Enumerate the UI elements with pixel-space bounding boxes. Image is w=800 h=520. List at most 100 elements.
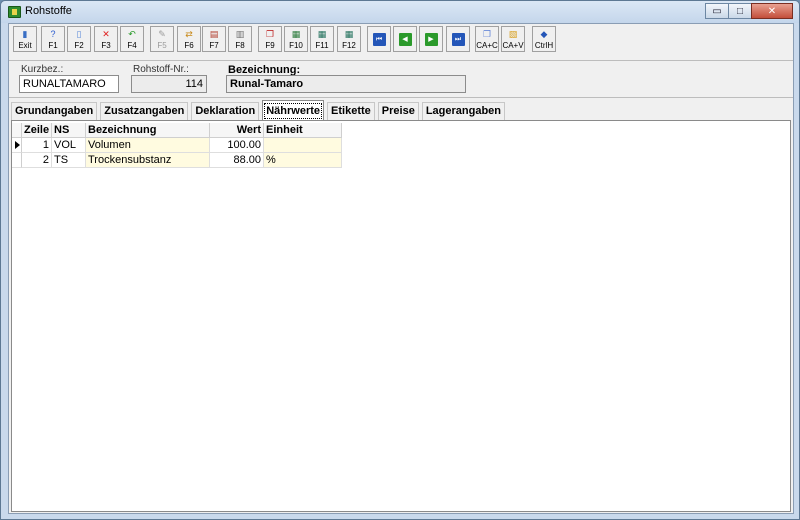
kurzbez-label: Kurzbez.: (21, 64, 64, 75)
current-row-arrow-icon (15, 141, 20, 149)
toolbar-button-label: Exit (18, 41, 32, 50)
copy-icon: ❐ (482, 29, 492, 39)
toolbar-button-label: F10 (289, 41, 303, 50)
row-indicator (12, 153, 22, 168)
edit-pencil-icon: ✎ (158, 29, 166, 39)
cell-ns[interactable]: TS (52, 153, 86, 168)
maximize-button[interactable]: □ (728, 3, 752, 19)
toolbar-button-label: F5 (157, 41, 167, 50)
toolbar-button-label: F8 (235, 41, 245, 50)
toolbar-button-label: F2 (74, 41, 84, 50)
first-record-icon: ⏮ (372, 33, 386, 46)
row-indicator-header (12, 123, 22, 138)
column-header-wert[interactable]: Wert (210, 123, 264, 138)
toolbar-button-label: F3 (101, 41, 111, 50)
cell-einheit[interactable]: % (264, 153, 342, 168)
cell-ns[interactable]: VOL (52, 138, 86, 153)
application-window: Rohstoffe ▭ □ ✕ ▮ Exit? F1 ▯ F2 ✕ F3 ↶ F4 ✎ F5 ⇄ F6 ▤… (0, 0, 800, 520)
window-title: Rohstoffe (25, 5, 72, 17)
toolbar-button-prev[interactable]: ◀ (393, 26, 417, 52)
app-icon[interactable] (8, 6, 21, 18)
toolbar-button-cav[interactable]: ▧ CA+V (501, 26, 525, 52)
toolbar-button-label: CA+V (502, 41, 524, 50)
tab-deklaration[interactable]: Deklaration (191, 102, 260, 120)
toolbar-button-f8[interactable]: ▥ F8 (228, 26, 252, 52)
tab-lagerangaben[interactable]: Lagerangaben (421, 102, 505, 120)
bezeichnung-field[interactable]: Runal-Tamaro (226, 75, 466, 93)
paste-icon: ▧ (508, 29, 518, 39)
help-icon: ? (50, 29, 56, 39)
toolbar-button-f1[interactable]: ? F1 (41, 26, 65, 52)
column-header-einheit[interactable]: Einheit (264, 123, 342, 138)
naehrwerte-grid: Zeile NS Bezeichnung Wert Einheit 1 VOL … (12, 123, 342, 168)
printer-icon: ▥ (235, 29, 245, 39)
cell-wert[interactable]: 100.00 (210, 138, 264, 153)
toolbar-button-f3[interactable]: ✕ F3 (94, 26, 118, 52)
table-row[interactable]: 1 VOL Volumen 100.00 (12, 138, 342, 153)
kurzbez-field[interactable]: RUNALTAMARO (19, 75, 119, 93)
toolbar-button-label: CtrlH (534, 41, 554, 50)
cell-bezeichnung[interactable]: Volumen (86, 138, 210, 153)
tab-label: Preise (381, 105, 415, 117)
tab-etikette[interactable]: Etikette (327, 102, 375, 120)
toolbar-button-f12[interactable]: ▦ F12 (337, 26, 361, 52)
cell-zeile[interactable]: 1 (22, 138, 52, 153)
tab-n-hrwerte[interactable]: Nährwerte (262, 100, 325, 120)
toolbar-button-f2[interactable]: ▯ F2 (67, 26, 91, 52)
cell-bezeichnung[interactable]: Trockensubstanz (86, 153, 210, 168)
toolbar-button-f11[interactable]: ▦ F11 (310, 26, 334, 52)
toolbar-button-label: F1 (48, 41, 58, 50)
toolbar-button-label: F12 (342, 41, 356, 50)
toolbar-button-exit[interactable]: ▮ Exit (13, 26, 37, 52)
table-row[interactable]: 2 TS Trockensubstanz 88.00 % (12, 153, 342, 168)
tab-label: Lagerangaben (425, 105, 501, 117)
tab-label: Etikette (331, 105, 371, 117)
tab-panel-naehrwerte: Zeile NS Bezeichnung Wert Einheit 1 VOL … (11, 120, 791, 512)
toolbar-button-f4[interactable]: ↶ F4 (120, 26, 144, 52)
previous-record-icon: ◀ (398, 33, 412, 46)
row-indicator (12, 138, 22, 153)
tab-grundangaben[interactable]: Grundangaben (11, 102, 98, 120)
table-calc-icon: ▦ (344, 29, 354, 39)
nr-field[interactable]: 114 (131, 75, 207, 93)
toolbar-button-f5[interactable]: ✎ F5 (150, 26, 174, 52)
toolbar-button-label: F7 (209, 41, 219, 50)
client-area: ▮ Exit? F1 ▯ F2 ✕ F3 ↶ F4 ✎ F5 ⇄ F6 ▤ F7 ▥ F8 ❐ F9 ▦ F10 ▦ F11… (8, 23, 794, 514)
last-record-icon: ⏭ (451, 33, 465, 46)
toolbar-button-f6[interactable]: ⇄ F6 (177, 26, 201, 52)
toolbar-button-f10[interactable]: ▦ F10 (284, 26, 308, 52)
toolbar-button-last[interactable]: ⏭ (446, 26, 470, 52)
cell-wert[interactable]: 88.00 (210, 153, 264, 168)
column-header-zeile[interactable]: Zeile (22, 123, 52, 138)
tab-preise[interactable]: Preise (377, 102, 419, 120)
record-header: Kurzbez.: RUNALTAMARO Rohstoff-Nr.: 114 … (9, 60, 793, 98)
delete-x-icon: ✕ (102, 29, 110, 39)
cell-zeile[interactable]: 2 (22, 153, 52, 168)
minimize-button[interactable]: ▭ (705, 3, 729, 19)
toolbar-button-f7[interactable]: ▤ F7 (202, 26, 226, 52)
new-document-icon: ▯ (76, 29, 82, 39)
exit-door-icon: ▮ (22, 29, 28, 39)
cell-einheit[interactable] (264, 138, 342, 153)
nr-label: Rohstoff-Nr.: (133, 64, 189, 75)
toolbar-button-label: CA+C (476, 41, 498, 50)
column-header-ns[interactable]: NS (52, 123, 86, 138)
toolbar-button-cac[interactable]: ❐ CA+C (475, 26, 499, 52)
toolbar-button-next[interactable]: ▶ (419, 26, 443, 52)
toolbar-button-ctrlh[interactable]: ◆ CtrlH (532, 26, 556, 52)
diamond-nav-icon: ◆ (540, 29, 548, 39)
toolbar-button-first[interactable]: ⏮ (367, 26, 391, 52)
title-bar[interactable]: Rohstoffe ▭ □ ✕ (1, 1, 799, 23)
toolbar-button-f9[interactable]: ❐ F9 (258, 26, 282, 52)
close-button[interactable]: ✕ (751, 3, 793, 19)
transfer-icon: ⇄ (185, 29, 193, 39)
column-header-bezeichnung[interactable]: Bezeichnung (86, 123, 210, 138)
tab-zusatzangaben[interactable]: Zusatzangaben (100, 102, 189, 120)
toolbar-button-label: F6 (184, 41, 194, 50)
toolbar-button-label: F4 (127, 41, 137, 50)
tab-strip: Grundangaben Zusatzangaben Deklaration Nähr… (9, 100, 508, 120)
tab-label: Grundangaben (15, 105, 94, 117)
calculator-icon: ▦ (291, 29, 301, 39)
print-preview-icon: ▤ (209, 29, 219, 39)
tab-label: Nährwerte (264, 103, 323, 119)
